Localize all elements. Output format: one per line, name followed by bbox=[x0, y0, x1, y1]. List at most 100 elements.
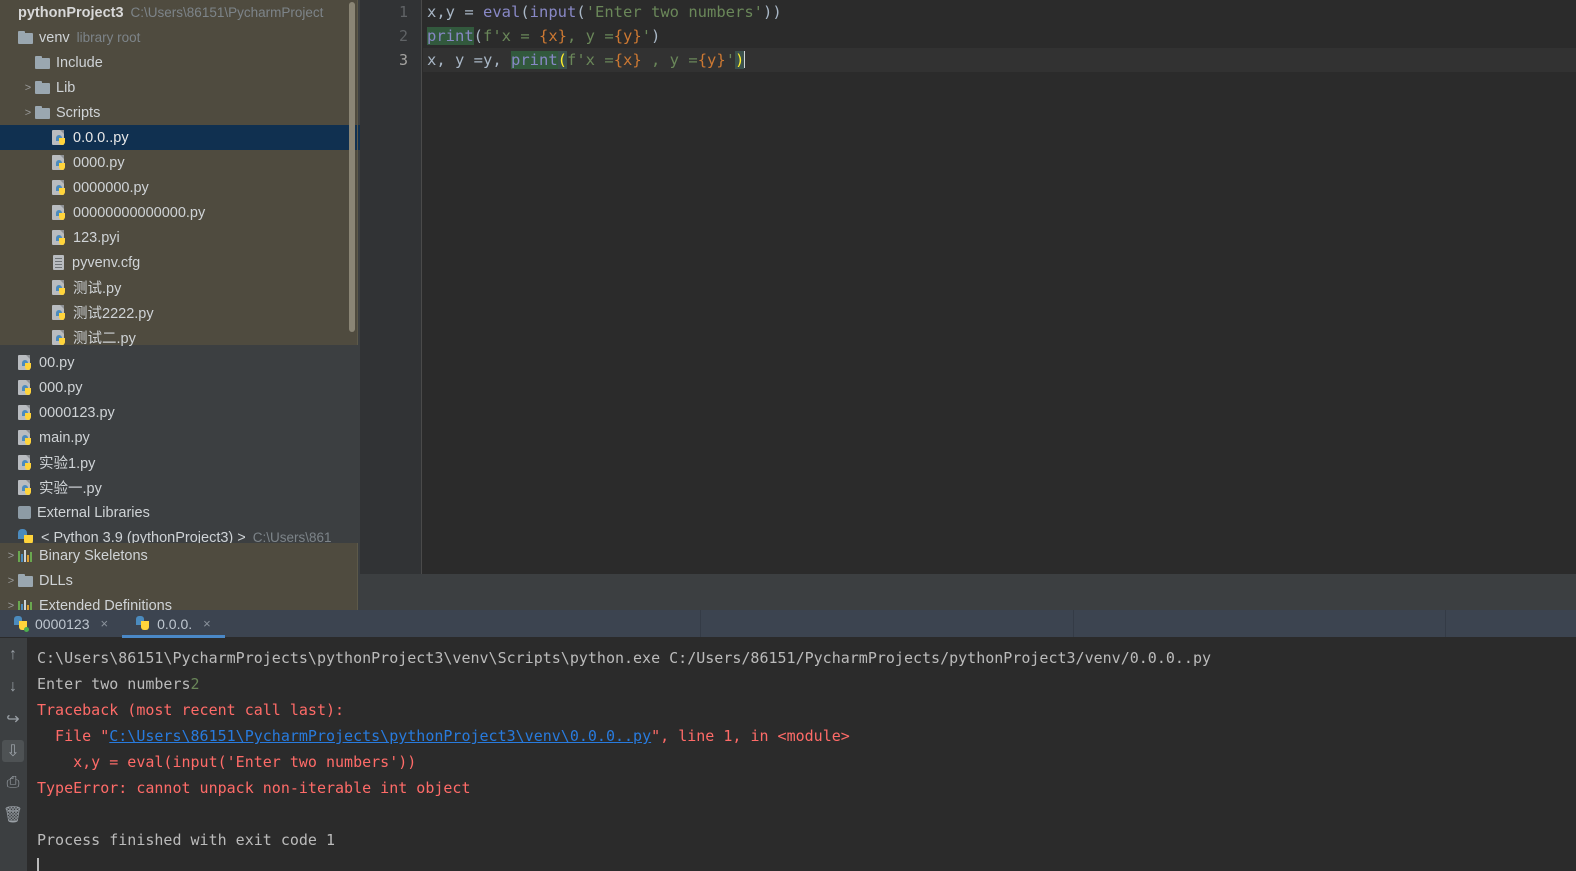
code-editor[interactable]: 123 x,y = eval(input('Enter two numbers'… bbox=[360, 0, 1576, 574]
tree-row[interactable]: 实验1.py bbox=[0, 450, 360, 475]
tree-row-label: 0000000.py bbox=[73, 179, 149, 196]
code-token: f'x = bbox=[567, 51, 614, 69]
console-text: Traceback (most recent call last): bbox=[37, 701, 345, 719]
python-file-icon bbox=[18, 429, 33, 446]
code-token: ' bbox=[725, 51, 736, 69]
console-output[interactable]: C:\Users\86151\PycharmProjects\pythonPro… bbox=[27, 638, 1576, 871]
console-line: Enter two numbers2 bbox=[37, 671, 1576, 697]
console-text: File " bbox=[37, 727, 110, 745]
tree-row[interactable]: pyvenv.cfg bbox=[0, 250, 357, 275]
code-line[interactable]: x, y =y, print(f'x ={x} , y ={y}') bbox=[423, 48, 1576, 72]
project-tree-popup-bottom[interactable]: pythonProject3C:\Users\86151\PycharmProj… bbox=[0, 543, 358, 610]
tree-row[interactable]: > DLLs bbox=[0, 568, 357, 593]
folder-icon bbox=[35, 56, 50, 69]
run-tool-window[interactable]: 0000123 × 0.0.0. × ↑ ↓ ↪ ⇩ ⎙ 🗑 C:\Users\86151\Py… bbox=[0, 610, 1576, 871]
soft-wrap-icon[interactable]: ↪ bbox=[2, 708, 24, 730]
project-path: C:\Users\86151\PycharmProject bbox=[130, 5, 324, 20]
tree-row-label: pyvenv.cfg bbox=[72, 254, 141, 271]
code-token: x, y =y, bbox=[427, 51, 511, 69]
tree-row[interactable]: 实验一.py bbox=[0, 475, 360, 500]
tree-row[interactable]: 0000123.py bbox=[0, 400, 360, 425]
tree-row[interactable]: > Extended Definitions bbox=[0, 593, 357, 610]
chevron-right-icon[interactable]: > bbox=[4, 575, 18, 587]
code-token: = bbox=[464, 3, 483, 21]
code-token: ) bbox=[651, 27, 661, 45]
python-file-icon bbox=[52, 154, 67, 171]
console-text: 2 bbox=[190, 675, 200, 693]
run-tab-label: 0000123 bbox=[35, 615, 90, 632]
tree-row[interactable]: venv library root bbox=[0, 25, 357, 50]
tree-row[interactable]: > Binary Skeletons bbox=[0, 543, 357, 568]
binary-bars-icon bbox=[18, 549, 33, 562]
config-file-icon bbox=[52, 254, 66, 271]
tree-row-label: Lib bbox=[56, 79, 76, 96]
line-number: 1 bbox=[398, 3, 408, 21]
tree-row-label: 000.py bbox=[39, 379, 83, 396]
console-file-link[interactable]: C:\Users\86151\PycharmProjects\pythonPro… bbox=[109, 727, 651, 745]
python-file-icon bbox=[52, 279, 67, 296]
code-line[interactable]: print(f'x = {x}, y ={y}') bbox=[423, 24, 1576, 48]
close-icon[interactable]: × bbox=[203, 616, 211, 631]
project-root-row[interactable]: pythonProject3 C:\Users\86151\PycharmProj… bbox=[0, 0, 357, 25]
tree-row[interactable]: Include bbox=[0, 50, 357, 75]
code-token: ( bbox=[557, 51, 568, 69]
tree-row-label: DLLs bbox=[39, 572, 73, 589]
code-token: ' bbox=[641, 27, 652, 45]
run-tab[interactable]: 0000123 × bbox=[0, 610, 122, 637]
code-token: input bbox=[529, 3, 577, 21]
scroll-down-icon[interactable]: ↓ bbox=[2, 676, 24, 698]
popup-scrollbar[interactable] bbox=[349, 2, 355, 332]
run-tab-bar[interactable]: 0000123 × 0.0.0. × bbox=[0, 610, 1576, 638]
tree-row[interactable]: External Libraries bbox=[0, 500, 360, 525]
line-number-gutter: 1 2 3 bbox=[360, 0, 422, 574]
tree-row[interactable]: 0.0.0..py bbox=[0, 125, 357, 150]
code-text-area[interactable]: x,y = eval(input('Enter two numbers')) pr… bbox=[423, 0, 1576, 574]
python-file-icon bbox=[52, 304, 67, 321]
console-text: x,y = eval(input('Enter two numbers')) bbox=[37, 753, 417, 771]
code-token: {y} bbox=[697, 51, 726, 69]
chevron-right-icon[interactable]: > bbox=[21, 107, 35, 119]
code-token: {x} bbox=[539, 27, 568, 45]
tree-row[interactable]: 测试.py bbox=[0, 275, 357, 300]
python-file-icon bbox=[18, 354, 33, 371]
tree-row-label: Include bbox=[56, 54, 103, 71]
tree-row[interactable]: > Lib bbox=[0, 75, 357, 100]
tree-row[interactable]: 0000.py bbox=[0, 150, 357, 175]
scroll-up-icon[interactable]: ↑ bbox=[2, 644, 24, 666]
clear-all-icon[interactable]: 🗑 bbox=[2, 804, 24, 826]
chevron-right-icon[interactable]: > bbox=[4, 550, 18, 562]
code-token: ( bbox=[520, 3, 530, 21]
code-token: 'Enter two numbers' bbox=[585, 3, 763, 21]
run-tab[interactable]: 0.0.0. × bbox=[122, 610, 225, 638]
code-token: ( bbox=[576, 3, 586, 21]
tree-row[interactable]: main.py bbox=[0, 425, 360, 450]
chevron-right-icon[interactable]: > bbox=[21, 82, 35, 94]
tree-row[interactable]: 00.py bbox=[0, 350, 360, 375]
code-line[interactable]: x,y = eval(input('Enter two numbers')) bbox=[423, 0, 1576, 24]
project-tree-popup-top[interactable]: pythonProject3 C:\Users\86151\PycharmProj… bbox=[0, 0, 358, 345]
console-toolbar[interactable]: ↑ ↓ ↪ ⇩ ⎙ 🗑 bbox=[0, 638, 26, 871]
tree-row-label: 0.0.0..py bbox=[73, 129, 129, 146]
chevron-right-icon[interactable]: > bbox=[4, 600, 18, 611]
code-token: eval bbox=[483, 3, 521, 21]
console-text: TypeError: cannot unpack non-iterable in… bbox=[37, 779, 471, 797]
python-file-icon bbox=[18, 454, 33, 471]
tree-row[interactable]: 测试二.py bbox=[0, 325, 357, 345]
tree-row[interactable]: 测试2222.py bbox=[0, 300, 357, 325]
tree-row[interactable]: 123.pyi bbox=[0, 225, 357, 250]
console-line: TypeError: cannot unpack non-iterable in… bbox=[37, 775, 1576, 801]
line-number: 3 bbox=[398, 51, 408, 69]
scroll-to-end-icon[interactable]: ⇩ bbox=[2, 740, 24, 762]
code-token: , y = bbox=[641, 51, 698, 69]
python-file-icon bbox=[18, 404, 33, 421]
console-caret-line bbox=[37, 853, 1576, 871]
print-icon[interactable]: ⎙ bbox=[2, 772, 24, 794]
code-token: {y} bbox=[613, 27, 642, 45]
tree-row[interactable]: 0000000.py bbox=[0, 175, 357, 200]
code-token: f'x = bbox=[483, 27, 540, 45]
code-token: ) bbox=[735, 51, 745, 69]
close-icon[interactable]: × bbox=[101, 616, 109, 631]
tree-row[interactable]: 000.py bbox=[0, 375, 360, 400]
tree-row[interactable]: 00000000000000.py bbox=[0, 200, 357, 225]
tree-row[interactable]: > Scripts bbox=[0, 100, 357, 125]
